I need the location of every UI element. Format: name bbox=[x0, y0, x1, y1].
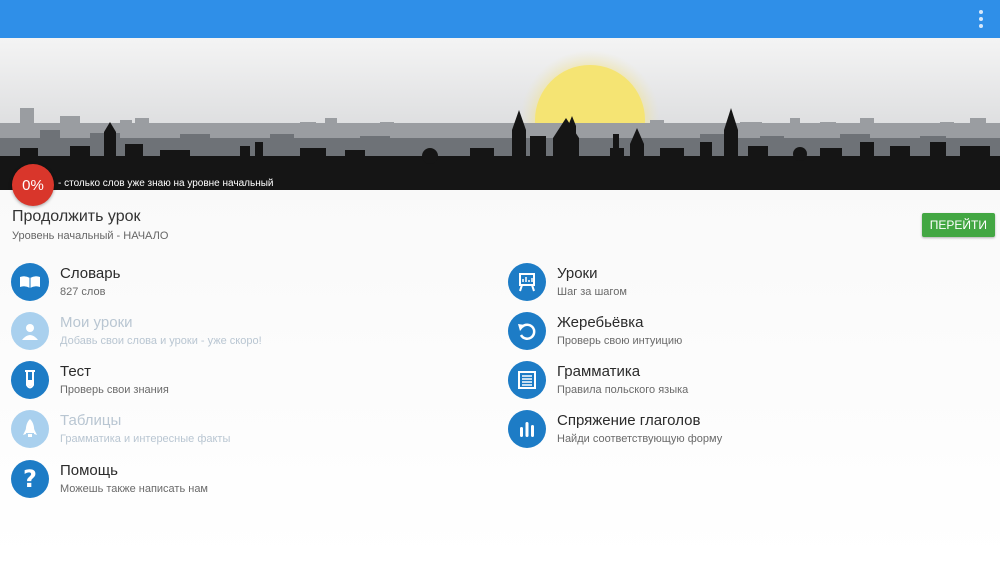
continue-lesson-title[interactable]: Продолжить урок bbox=[12, 208, 141, 226]
menu-item-title: Уроки bbox=[557, 265, 598, 282]
undo-icon bbox=[508, 312, 546, 350]
menu-item-title: Мои уроки bbox=[60, 314, 133, 331]
menu-item-subtitle: Проверь свои знания bbox=[60, 384, 169, 396]
skyline-illustration bbox=[0, 50, 1000, 190]
test-tube-icon bbox=[11, 361, 49, 399]
menu-item-verb-conjugation[interactable]: Спряжение глаголов Найди соответствующую… bbox=[508, 410, 968, 450]
menu-item-subtitle: Проверь свою интуицию bbox=[557, 335, 683, 347]
dot bbox=[979, 24, 983, 28]
continue-lesson-subtitle: Уровень начальный - НАЧАЛО bbox=[12, 230, 169, 242]
menu-item-help[interactable]: ? Помощь Можешь также написать нам bbox=[11, 460, 471, 500]
progress-badge: 0% bbox=[12, 164, 54, 206]
presentation-board-icon bbox=[508, 263, 546, 301]
progress-caption: - столько слов уже знаю на уровне началь… bbox=[58, 178, 274, 189]
grammar-book-icon bbox=[508, 361, 546, 399]
menu-item-subtitle: Найди соответствующую форму bbox=[557, 433, 723, 445]
menu-item-lessons[interactable]: Уроки Шаг за шагом bbox=[508, 263, 968, 303]
menu-item-title: Тест bbox=[60, 363, 92, 380]
menu-item-subtitle: 827 слов bbox=[60, 286, 106, 298]
dot bbox=[979, 10, 983, 14]
menu-item-dictionary[interactable]: Словарь 827 слов bbox=[11, 263, 471, 303]
menu-item-subtitle: Можешь также написать нам bbox=[60, 483, 208, 495]
bars-icon bbox=[508, 410, 546, 448]
menu-item-draw[interactable]: Жеребьёвка Проверь свою интуицию bbox=[508, 312, 968, 352]
menu-item-title: Спряжение глаголов bbox=[557, 412, 701, 429]
go-button[interactable]: ПЕРЕЙТИ bbox=[921, 213, 995, 237]
menu-item-title: Словарь bbox=[60, 265, 121, 282]
menu-item-subtitle: Грамматика и интересные факты bbox=[60, 433, 231, 445]
menu-item-grammar[interactable]: Грамматика Правила польского языка bbox=[508, 361, 968, 401]
open-book-icon bbox=[11, 263, 49, 301]
overflow-menu-button[interactable] bbox=[976, 8, 986, 30]
menu-item-my-lessons[interactable]: Мои уроки Добавь свои слова и уроки - уж… bbox=[11, 312, 471, 352]
user-icon bbox=[11, 312, 49, 350]
menu-item-title: Грамматика bbox=[557, 363, 641, 380]
menu-item-test[interactable]: Тест Проверь свои знания bbox=[11, 361, 471, 401]
rocket-icon bbox=[11, 410, 49, 448]
menu-item-subtitle: Добавь свои слова и уроки - уже скоро! bbox=[60, 335, 262, 347]
menu-item-tables[interactable]: Таблицы Грамматика и интересные факты bbox=[11, 410, 471, 450]
app-bar bbox=[0, 0, 1000, 38]
city-skyline-banner bbox=[0, 38, 1000, 190]
menu-item-subtitle: Правила польского языка bbox=[557, 384, 689, 396]
menu-item-title: Помощь bbox=[60, 462, 118, 479]
menu-item-subtitle: Шаг за шагом bbox=[557, 286, 627, 298]
dot bbox=[979, 17, 983, 21]
menu-item-title: Жеребьёвка bbox=[557, 314, 644, 331]
question-icon: ? bbox=[11, 460, 49, 498]
menu-item-title: Таблицы bbox=[60, 412, 122, 429]
